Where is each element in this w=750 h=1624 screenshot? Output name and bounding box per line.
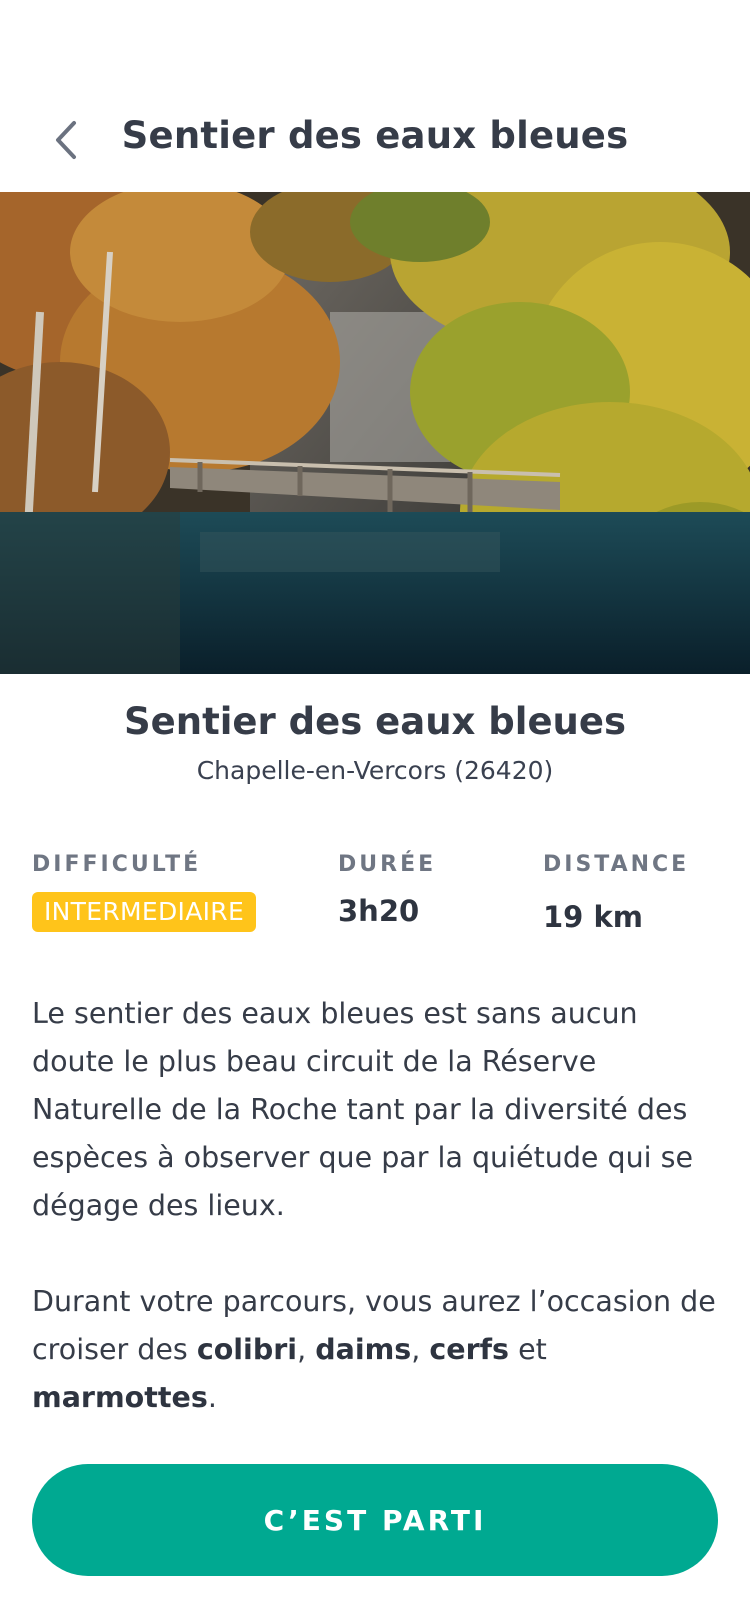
page-title: Sentier des eaux bleues	[121, 114, 629, 157]
hero-image	[0, 192, 750, 674]
description-paragraph-1: Le sentier des eaux bleues est sans aucu…	[32, 997, 694, 1222]
animal-cerfs: cerfs	[429, 1333, 510, 1366]
distance-label: DISTANCE	[543, 852, 690, 877]
trail-name: Sentier des eaux bleues	[123, 700, 627, 743]
difficulty-label: DIFFICULTÉ	[32, 852, 202, 877]
distance-value: 19 km	[543, 900, 643, 934]
duration-value: 3h20	[338, 894, 420, 928]
separator: et	[509, 1333, 547, 1366]
separator: ,	[297, 1333, 316, 1366]
animal-marmottes: marmottes	[32, 1381, 208, 1414]
sentence-end: .	[207, 1381, 217, 1414]
duration-label: DURÉE	[338, 852, 437, 877]
trail-location: Chapelle-en-Vercors (26420)	[196, 756, 554, 785]
start-button[interactable]: C’EST PARTI	[32, 1464, 718, 1576]
animal-daims: daims	[315, 1333, 412, 1366]
top-bar: Sentier des eaux bleues	[0, 90, 750, 190]
difficulty-badge: INTERMEDIAIRE	[32, 892, 257, 932]
description-paragraph-2: Durant votre parcours, vous aurez l’occa…	[32, 1278, 722, 1422]
animal-colibri: colibri	[196, 1333, 298, 1366]
separator: ,	[411, 1333, 430, 1366]
